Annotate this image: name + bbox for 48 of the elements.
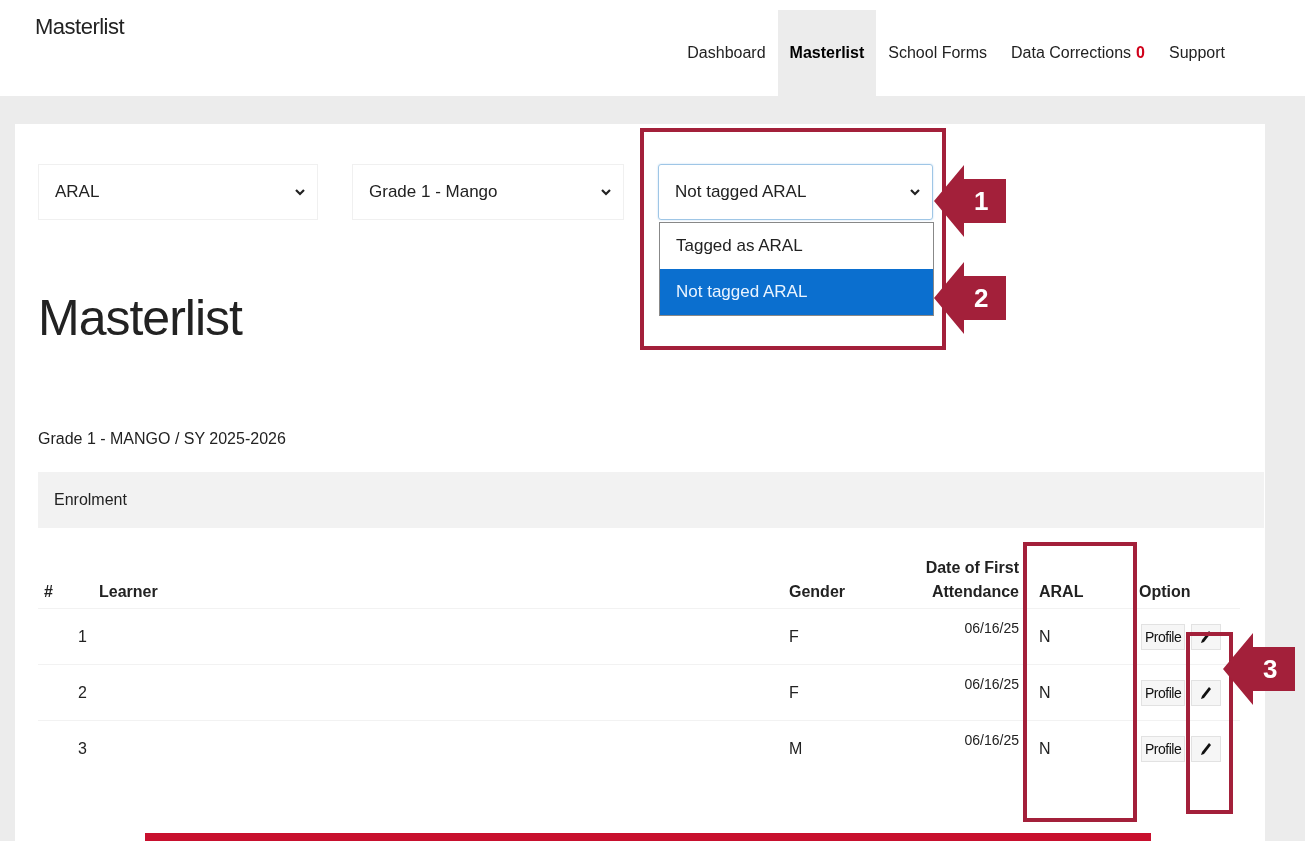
class-subtitle: Grade 1 - MANGO / SY 2025-2026 bbox=[38, 430, 287, 448]
callout-number: 3 bbox=[1263, 655, 1278, 683]
table-cell: M bbox=[783, 720, 903, 777]
chevron-down-icon bbox=[910, 188, 920, 196]
nav-tab[interactable]: Dashboard bbox=[675, 10, 778, 96]
pencil-icon bbox=[1200, 741, 1213, 756]
section-tab[interactable]: Enrolment bbox=[38, 491, 143, 509]
table-cell: 06/16/25 bbox=[903, 608, 1023, 665]
chevron-down-icon bbox=[601, 188, 611, 196]
page-heading: Masterlist bbox=[38, 289, 242, 348]
callout-number: 1 bbox=[974, 187, 989, 215]
profile-button[interactable]: Profile bbox=[1141, 735, 1186, 762]
app-title: Masterlist bbox=[34, 13, 125, 41]
chevron-down-icon bbox=[295, 188, 305, 196]
column-header: # bbox=[38, 542, 93, 609]
nav-tab[interactable]: Masterlist bbox=[777, 10, 877, 96]
count-label: 0 bbox=[1136, 44, 1145, 62]
table-cell: N bbox=[1023, 720, 1133, 777]
table-cell: N bbox=[1023, 664, 1133, 721]
dropdown-option[interactable]: Not tagged ARAL bbox=[660, 269, 933, 315]
table-cell: 1 bbox=[38, 608, 93, 665]
table-cell: N bbox=[1023, 608, 1133, 665]
column-header: ARAL bbox=[1023, 542, 1133, 609]
nav-tab[interactable]: School Forms bbox=[876, 10, 999, 96]
table-cell: 06/16/25 bbox=[903, 664, 1023, 721]
pencil-icon bbox=[1200, 629, 1213, 644]
column-header: Date of First Attendance bbox=[903, 542, 1023, 609]
dropdown-select[interactable]: Not tagged ARAL bbox=[658, 164, 933, 220]
pencil-icon bbox=[1200, 685, 1213, 700]
table-cell: 3 bbox=[38, 720, 93, 777]
edit-button[interactable] bbox=[1191, 735, 1222, 762]
dropdown-option[interactable]: Tagged as ARAL bbox=[660, 223, 933, 269]
nav-tab[interactable]: Support bbox=[1156, 10, 1237, 96]
edit-button[interactable] bbox=[1191, 679, 1222, 706]
profile-button[interactable]: Profile bbox=[1141, 623, 1186, 650]
table-cell: 2 bbox=[38, 664, 93, 721]
table-cell: F bbox=[783, 608, 903, 665]
callout-arrow bbox=[1223, 633, 1295, 705]
dropdown-select[interactable]: Grade 1 - Mango bbox=[352, 164, 624, 220]
profile-button[interactable]: Profile bbox=[1141, 679, 1186, 706]
table-cell: 06/16/25 bbox=[903, 720, 1023, 777]
dropdown-select[interactable]: ARAL bbox=[38, 164, 318, 220]
table-cell: F bbox=[783, 664, 903, 721]
column-header: Gender bbox=[783, 542, 903, 609]
callout-number: 2 bbox=[974, 284, 989, 312]
nav-tab[interactable]: Data Corrections 0 bbox=[999, 10, 1157, 96]
column-header: Option bbox=[1133, 542, 1240, 609]
column-header: Learner bbox=[93, 542, 783, 609]
